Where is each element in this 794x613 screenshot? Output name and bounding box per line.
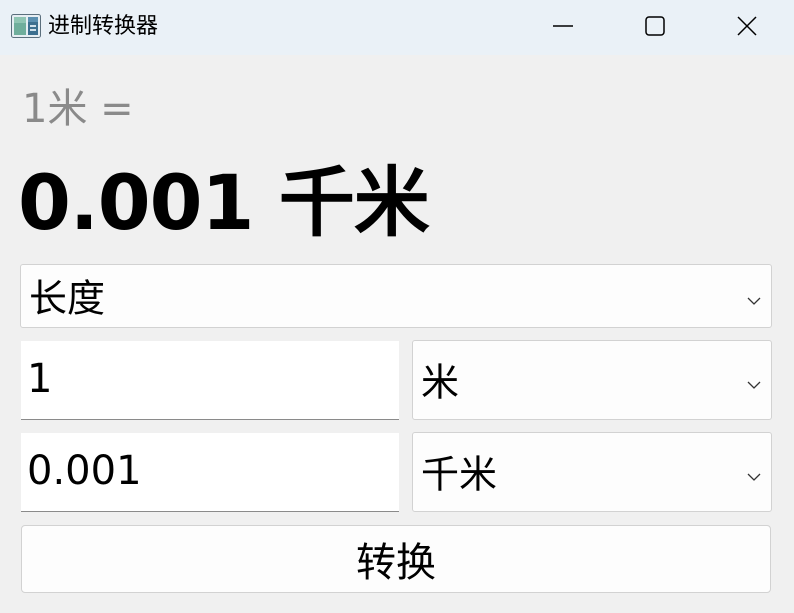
minimize-icon (553, 16, 573, 40)
chevron-down-icon (747, 291, 761, 305)
minimize-button[interactable] (517, 0, 609, 55)
from-value-text: 1 (27, 356, 53, 403)
title-bar: 进制转换器 (0, 0, 794, 55)
from-unit-select-value: 米 (421, 360, 460, 405)
converter-app-icon (11, 14, 41, 38)
close-button[interactable] (701, 0, 793, 55)
convert-button-label: 转换 (356, 540, 436, 586)
maximize-button[interactable] (609, 0, 701, 55)
convert-button[interactable]: 转换 (21, 525, 771, 593)
chevron-down-icon (747, 375, 761, 389)
maximize-icon (645, 15, 665, 40)
to-value-input[interactable]: 0.001 (21, 433, 399, 512)
category-select[interactable]: 长度 (20, 264, 772, 328)
conversion-result: 0.001 千米 (18, 158, 430, 247)
close-icon (737, 15, 757, 40)
to-unit-select[interactable]: 千米 (412, 432, 772, 512)
chevron-down-icon (747, 467, 761, 481)
from-unit-select[interactable]: 米 (412, 340, 772, 420)
window-title: 进制转换器 (48, 14, 159, 39)
from-value-input[interactable]: 1 (21, 341, 399, 420)
to-value-text: 0.001 (27, 448, 142, 495)
conversion-expression: 1米 = (22, 86, 134, 132)
to-unit-select-value: 千米 (421, 452, 498, 497)
category-select-value: 长度 (29, 276, 106, 321)
